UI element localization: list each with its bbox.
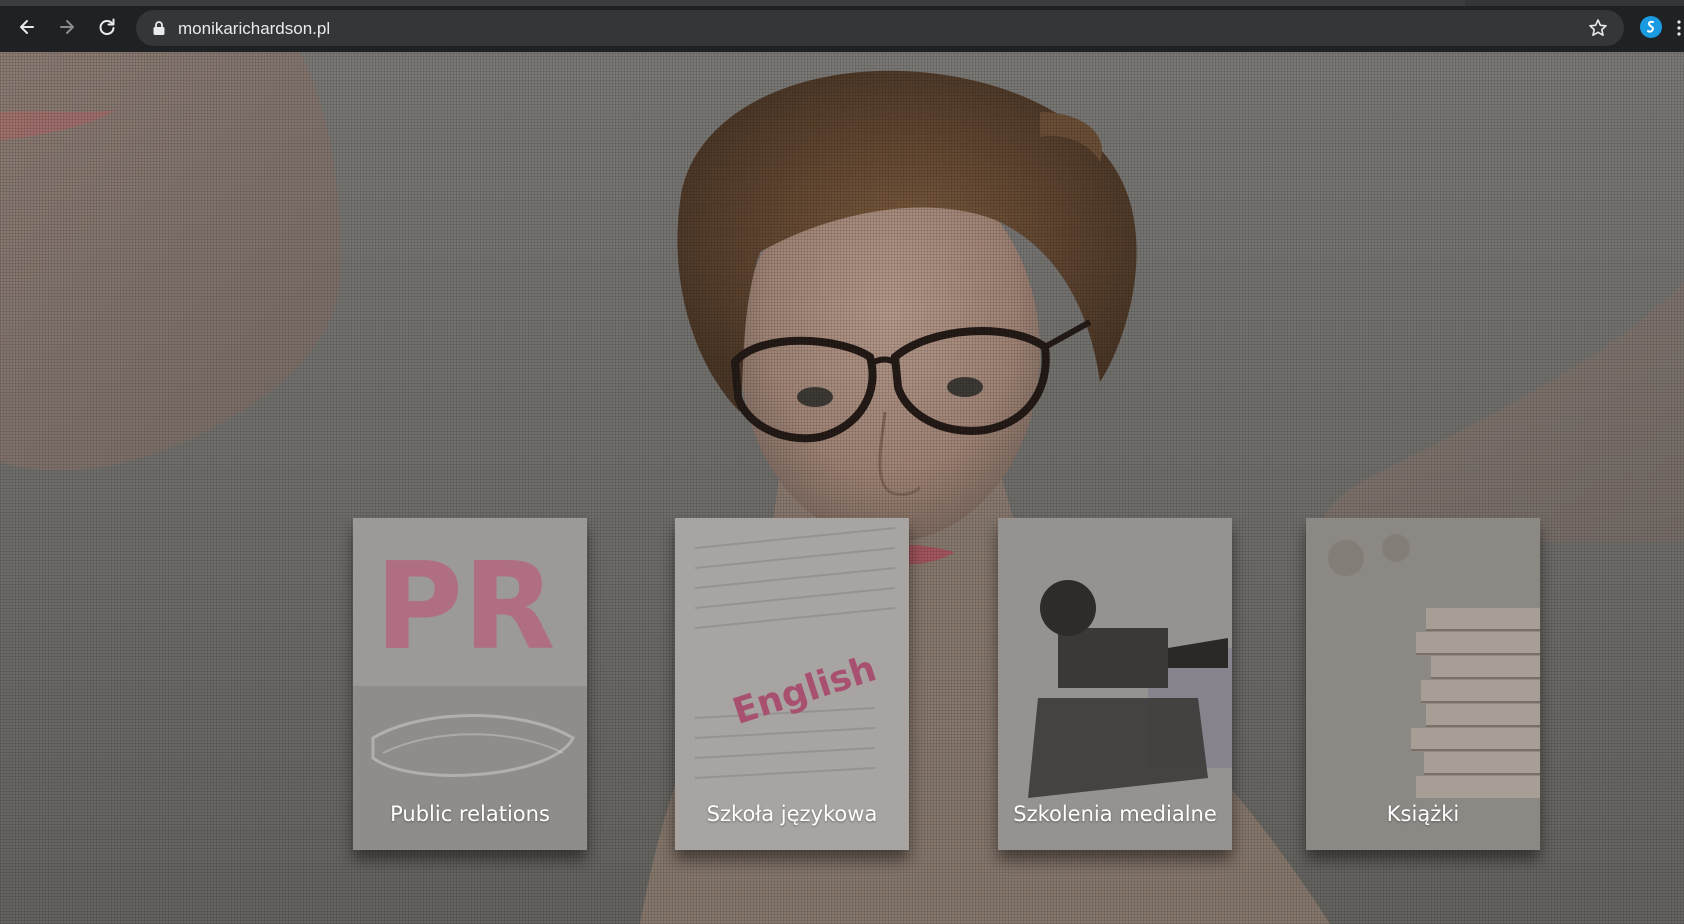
- reload-button[interactable]: [92, 12, 122, 42]
- star-icon[interactable]: [1588, 18, 1608, 38]
- card-label: Szkolenia medialne: [1013, 802, 1217, 826]
- camera-card-image: [998, 518, 1232, 850]
- back-button[interactable]: [12, 12, 42, 42]
- reload-icon: [99, 18, 115, 35]
- pr-card-image: PR: [353, 518, 587, 850]
- card-language-school[interactable]: English Szkoła językowa: [675, 518, 909, 850]
- books-card-image: [1306, 518, 1540, 850]
- english-card-image: English: [675, 518, 909, 850]
- tab-strip: [0, 0, 1684, 6]
- browser-toolbar: monikarichardson.pl: [0, 0, 1684, 52]
- pr-art-text: PR: [375, 538, 555, 677]
- card-media-training[interactable]: Szkolenia medialne: [998, 518, 1232, 850]
- card-books[interactable]: Książki: [1306, 518, 1540, 850]
- back-icon: [20, 20, 34, 34]
- extension-icon[interactable]: [1640, 16, 1662, 38]
- address-bar[interactable]: monikarichardson.pl: [136, 10, 1624, 46]
- forward-icon: [60, 20, 74, 34]
- card-label: Szkoła językowa: [706, 802, 878, 826]
- more-icon[interactable]: [1674, 18, 1684, 38]
- forward-button[interactable]: [52, 12, 82, 42]
- card-label: Książki: [1386, 802, 1460, 826]
- lock-icon: [153, 21, 165, 35]
- card-label: Public relations: [390, 802, 550, 826]
- card-public-relations[interactable]: PR Public relations: [353, 518, 587, 850]
- url-text: monikarichardson.pl: [178, 19, 331, 38]
